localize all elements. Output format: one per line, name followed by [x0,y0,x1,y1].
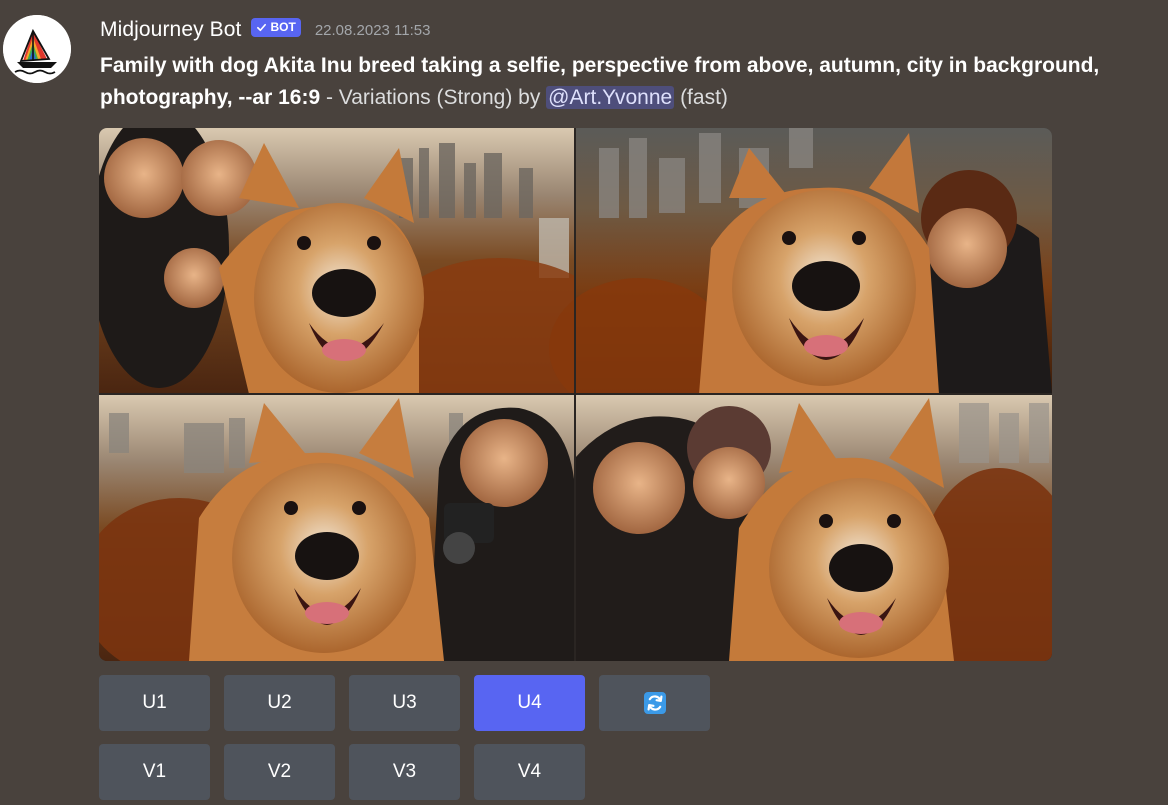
bot-badge: BOT [251,17,301,37]
variation-button-v3[interactable]: V3 [349,744,460,800]
upscale-button-u2[interactable]: U2 [224,675,335,731]
chat-message: Midjourney Bot BOT 22.08.2023 11:53 Fami… [0,0,1168,805]
upscale-button-row: U1 U2 U3 U4 [99,675,710,731]
upscale-button-u3[interactable]: U3 [349,675,460,731]
message-content: Family with dog Akita Inu breed taking a… [100,50,1164,114]
author-name[interactable]: Midjourney Bot [100,18,241,42]
image-panel-4 [575,395,1052,661]
variation-button-row: V1 V2 V3 V4 [99,744,585,800]
upscale-button-u1[interactable]: U1 [99,675,210,731]
upscale-button-u4[interactable]: U4 [474,675,585,731]
variation-button-v1[interactable]: V1 [99,744,210,800]
refresh-icon [643,692,666,714]
reroll-button[interactable] [599,675,710,731]
user-mention[interactable]: @Art.Yvonne [546,86,675,109]
variation-button-v4[interactable]: V4 [474,744,585,800]
speed-mode-text: (fast) [674,86,728,109]
verified-check-icon [257,23,267,31]
message-header: Midjourney Bot BOT 22.08.2023 11:53 [100,14,430,46]
image-panel-2 [549,128,1052,418]
message-timestamp: 22.08.2023 11:53 [314,21,431,39]
generated-image-grid [99,128,1052,661]
variation-button-v2[interactable]: V2 [224,744,335,800]
variation-info-text: - Variations (Strong) by [320,86,547,109]
image-panel-1 [99,128,619,418]
image-panel-3 [99,395,575,661]
bot-avatar[interactable] [3,15,71,83]
midjourney-logo-icon [3,15,71,83]
image-grid-attachment[interactable] [99,128,1052,661]
bot-badge-label: BOT [270,20,296,34]
